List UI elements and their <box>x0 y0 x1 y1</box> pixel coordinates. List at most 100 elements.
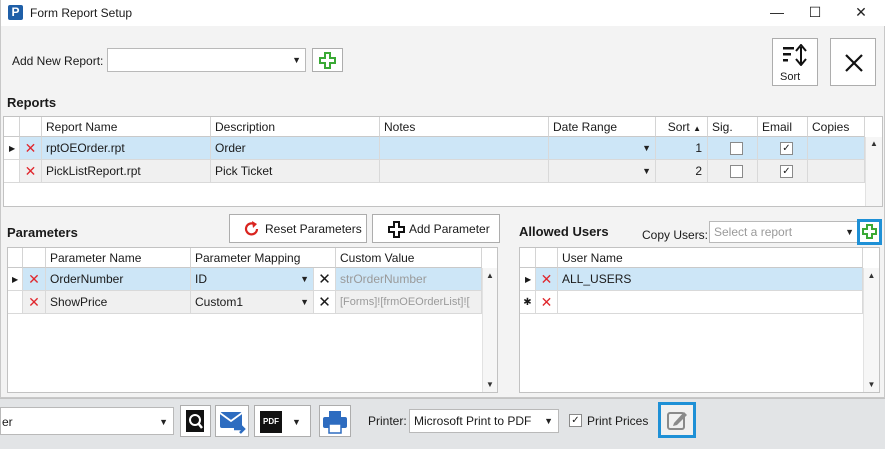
row-indicator[interactable] <box>8 291 23 314</box>
add-report-button[interactable] <box>312 48 343 72</box>
delete-report-button[interactable]: ✕ <box>20 137 42 160</box>
new-row-indicator[interactable]: ✱ <box>520 291 536 314</box>
users-scrollbar[interactable]: ▲ ▼ <box>863 268 879 392</box>
chevron-down-icon: ▼ <box>642 143 651 153</box>
print-prices-checkbox[interactable]: ✓ <box>569 414 582 427</box>
parameters-scrollbar[interactable]: ▲ ▼ <box>482 268 497 392</box>
sort-cell[interactable]: 1 <box>656 137 708 160</box>
delete-column-header <box>536 248 558 268</box>
sig-checkbox[interactable] <box>730 142 743 155</box>
date-range-select[interactable]: ▼ <box>549 137 656 160</box>
chevron-down-icon: ▼ <box>300 297 309 307</box>
sig-cell <box>708 137 758 160</box>
add-new-report-select[interactable]: ▼ <box>107 48 306 72</box>
chevron-down-icon: ▼ <box>292 55 301 65</box>
column-header-report-name[interactable]: Report Name <box>42 117 211 137</box>
print-prices-label: Print Prices <box>587 414 649 428</box>
scroll-down-icon[interactable]: ▼ <box>483 380 497 389</box>
close-button[interactable] <box>830 38 876 86</box>
magnifier-icon <box>186 410 204 432</box>
email-button[interactable] <box>215 405 249 437</box>
row-indicator[interactable]: ▶ <box>8 268 23 291</box>
email-checkbox[interactable]: ✓ <box>780 142 793 155</box>
user-name-cell[interactable]: ALL_USERS <box>558 268 863 291</box>
copies-cell[interactable] <box>808 137 865 160</box>
reset-parameters-button[interactable]: Reset Parameters <box>229 214 367 243</box>
column-header-date-range[interactable]: Date Range <box>549 117 656 137</box>
column-header-notes[interactable]: Notes <box>380 117 549 137</box>
copy-users-select[interactable]: Select a report ▼ <box>709 221 858 243</box>
clear-mapping-button[interactable]: ✕ <box>314 291 336 314</box>
row-indicator[interactable]: ▶ <box>4 137 20 160</box>
clear-mapping-button[interactable]: ✕ <box>314 268 336 291</box>
window-title: Form Report Setup <box>30 6 133 20</box>
close-window-button[interactable]: ✕ <box>842 0 880 26</box>
form-report-setup-window: P Form Report Setup — ☐ ✕ Add New Report… <box>0 0 885 398</box>
scroll-up-icon[interactable]: ▲ <box>866 139 882 148</box>
report-name-cell[interactable]: PickListReport.rpt <box>42 160 211 183</box>
report-select[interactable]: er ▼ <box>0 407 174 435</box>
email-cell: ✓ <box>758 160 808 183</box>
report-select-value: er <box>2 415 13 429</box>
custom-value-cell[interactable]: strOrderNumber <box>336 268 482 291</box>
parameter-mapping-select[interactable]: Custom1 ▼ <box>191 291 314 314</box>
parameter-mapping-select[interactable]: ID ▼ <box>191 268 314 291</box>
minimize-button[interactable]: — <box>758 0 796 26</box>
reset-parameters-label: Reset Parameters <box>265 222 362 236</box>
notes-cell[interactable] <box>380 137 549 160</box>
delete-parameter-button[interactable]: ✕ <box>23 268 46 291</box>
column-header-user-name[interactable]: User Name <box>558 248 863 268</box>
row-indicator[interactable]: ▶ <box>520 268 536 291</box>
user-name-cell[interactable] <box>558 291 863 314</box>
add-user-button[interactable] <box>857 219 882 245</box>
add-parameter-label: Add Parameter <box>409 222 490 236</box>
delete-user-button[interactable]: ✕ <box>536 291 558 314</box>
email-checkbox[interactable]: ✓ <box>780 165 793 178</box>
scroll-down-icon[interactable]: ▼ <box>864 380 879 389</box>
maximize-button[interactable]: ☐ <box>796 0 834 26</box>
parameter-mapping-value: Custom1 <box>195 295 244 309</box>
copies-cell[interactable] <box>808 160 865 183</box>
description-cell[interactable]: Pick Ticket <box>211 160 380 183</box>
pdf-button[interactable]: PDF ▼ <box>254 405 311 437</box>
report-name-cell[interactable]: rptOEOrder.rpt <box>42 137 211 160</box>
pdf-icon: PDF <box>260 411 282 433</box>
delete-report-button[interactable]: ✕ <box>20 160 42 183</box>
preview-button[interactable] <box>180 405 211 437</box>
sort-button[interactable]: Sort <box>772 38 818 86</box>
print-button[interactable] <box>319 405 351 437</box>
column-header-copies[interactable]: Copies <box>808 117 865 137</box>
custom-value-cell[interactable]: [Forms]![frmOEOrderList]![ <box>336 291 482 314</box>
current-row-icon: ▶ <box>12 275 19 284</box>
column-header-sig[interactable]: Sig. <box>708 117 758 137</box>
parameter-name-cell[interactable]: OrderNumber <box>46 268 191 291</box>
edit-button[interactable] <box>658 402 696 438</box>
column-header-custom-value[interactable]: Custom Value <box>336 248 482 268</box>
parameter-name-cell[interactable]: ShowPrice <box>46 291 191 314</box>
column-header-sort[interactable]: Sort ▲ <box>656 117 708 137</box>
scroll-up-icon[interactable]: ▲ <box>864 271 879 280</box>
scroll-up-icon[interactable]: ▲ <box>483 271 497 280</box>
add-parameter-button[interactable]: Add Parameter <box>372 214 500 243</box>
printer-select[interactable]: Microsoft Print to PDF ▼ <box>409 409 559 433</box>
sig-checkbox[interactable] <box>730 165 743 178</box>
delete-parameter-button[interactable]: ✕ <box>23 291 46 314</box>
sort-column-label: Sort <box>667 120 690 134</box>
title-bar: P Form Report Setup — ☐ ✕ <box>1 0 885 26</box>
column-header-description[interactable]: Description <box>211 117 380 137</box>
sort-cell[interactable]: 2 <box>656 160 708 183</box>
description-cell[interactable]: Order <box>211 137 380 160</box>
reports-scrollbar[interactable]: ▲ <box>865 137 882 206</box>
delete-column-header <box>23 248 46 268</box>
row-indicator[interactable] <box>4 160 20 183</box>
parameter-mapping-value: ID <box>195 272 207 286</box>
date-range-select[interactable]: ▼ <box>549 160 656 183</box>
current-row-icon: ▶ <box>525 275 532 284</box>
delete-user-button[interactable]: ✕ <box>536 268 558 291</box>
add-new-report-label: Add New Report: <box>12 54 104 68</box>
notes-cell[interactable] <box>380 160 549 183</box>
column-header-parameter-mapping[interactable]: Parameter Mapping <box>191 248 336 268</box>
close-icon <box>845 54 863 72</box>
column-header-email[interactable]: Email <box>758 117 808 137</box>
column-header-parameter-name[interactable]: Parameter Name <box>46 248 191 268</box>
